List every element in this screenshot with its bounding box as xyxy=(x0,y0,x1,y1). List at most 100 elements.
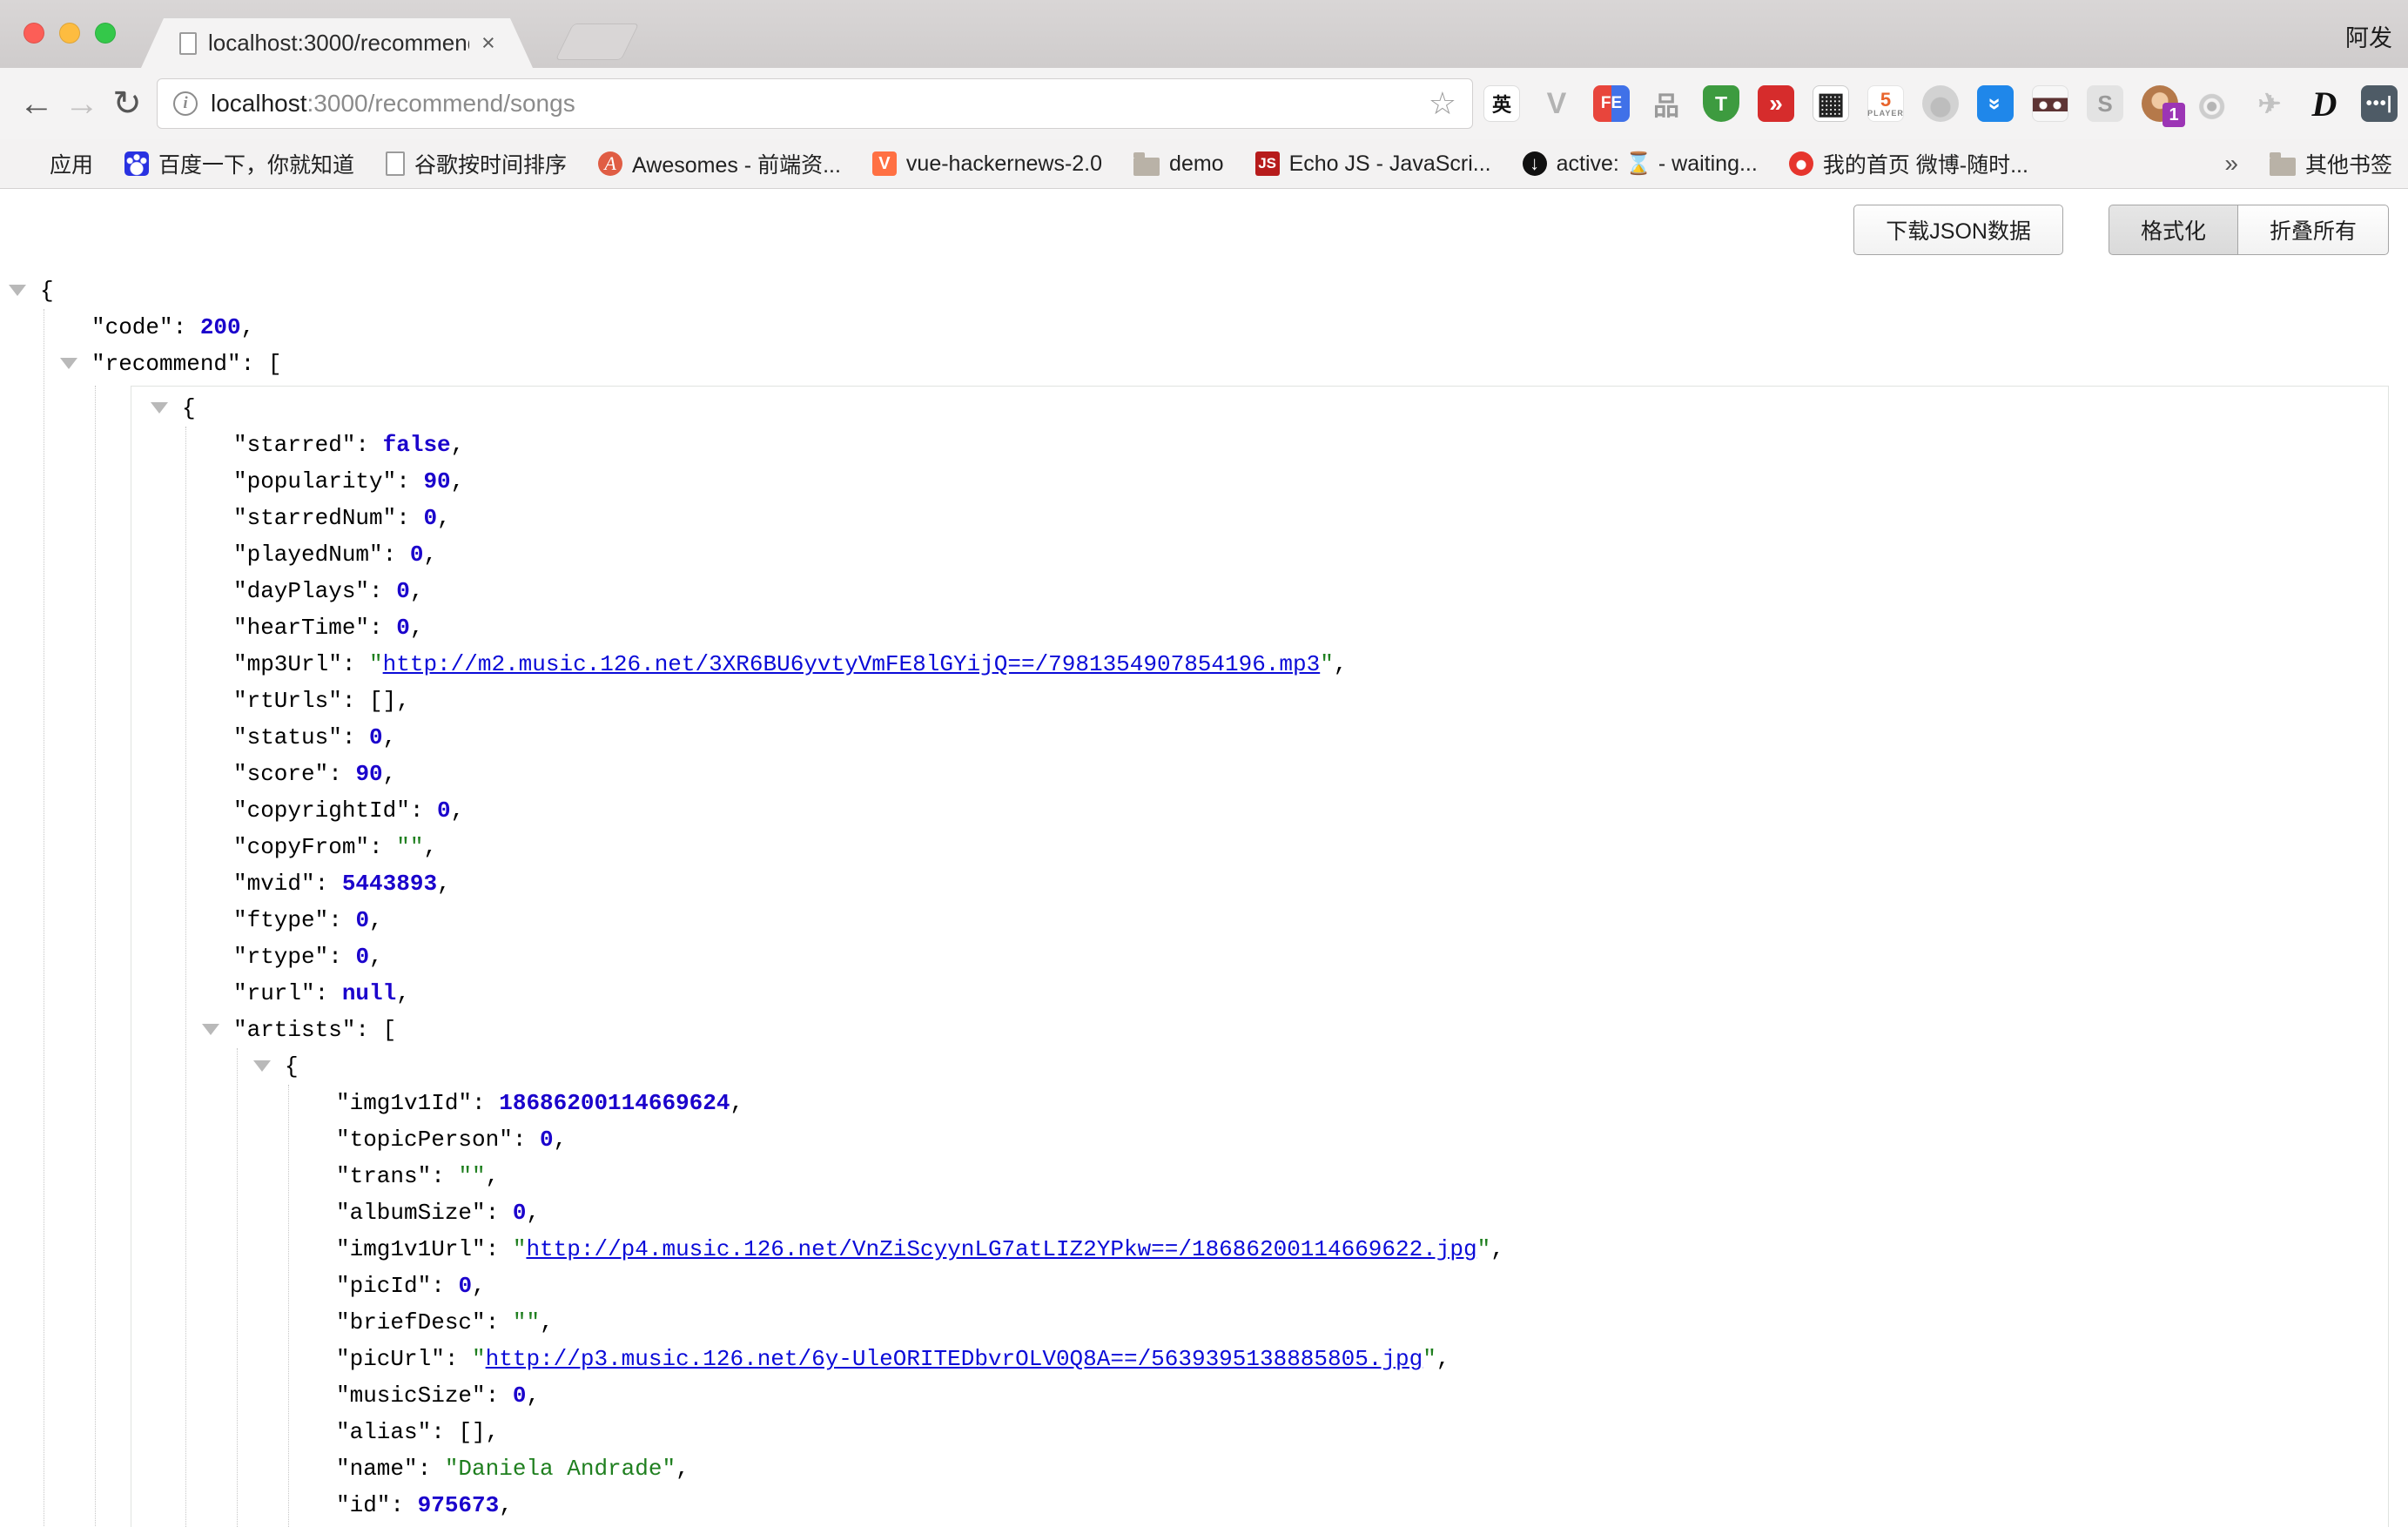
bookmark-item[interactable]: 应用 xyxy=(16,148,93,179)
json-bracket: { xyxy=(40,278,54,304)
page-content: 下载JSON数据 格式化 折叠所有 { "code": 200, "recommen… xyxy=(0,189,2408,1527)
json-key: "rtUrls": xyxy=(233,688,369,714)
bookmark-star-icon[interactable]: ☆ xyxy=(1429,88,1456,119)
json-comma: , xyxy=(676,1456,689,1482)
json-value-number: 0 xyxy=(513,1382,527,1409)
json-value-number: 0 xyxy=(396,578,410,604)
json-value-null: null xyxy=(342,980,396,1006)
json-key: "copyFrom": xyxy=(233,834,396,860)
bookmark-item[interactable]: JSEcho JS - JavaScri... xyxy=(1255,151,1491,177)
json-value-string: "" xyxy=(458,1163,485,1189)
back-button[interactable]: ← xyxy=(14,86,59,121)
fatkun-download-icon[interactable]: » xyxy=(1977,85,2014,122)
json-quote: " xyxy=(369,651,383,677)
other-bookmarks-label: 其他书签 xyxy=(2305,148,2392,179)
download-json-button[interactable]: 下载JSON数据 xyxy=(1853,205,2063,255)
bookmark-label: 百度一下，你就知道 xyxy=(158,148,354,179)
json-key: "hearTime": xyxy=(233,615,396,641)
site-info-icon[interactable]: i xyxy=(173,91,198,116)
json-children-group: "starred": false,"popularity": 90,"starr… xyxy=(185,427,2388,1527)
collapse-arrow-icon[interactable] xyxy=(9,285,26,296)
json-link[interactable]: http://p4.music.126.net/VnZiScyynLG7atLI… xyxy=(526,1236,1476,1262)
collapse-arrow-icon[interactable] xyxy=(151,402,168,414)
json-key: "copyrightId": xyxy=(233,797,437,824)
weibo-icon xyxy=(1789,151,1813,176)
json-row: "code": 200, xyxy=(91,309,2408,346)
json-key: "recommend": xyxy=(91,351,268,377)
bookmark-item[interactable]: ↓active: ⌛ - waiting... xyxy=(1523,151,1758,177)
s-icon[interactable]: S xyxy=(2087,85,2123,122)
json-quote: " xyxy=(472,1346,486,1372)
paw-icon[interactable] xyxy=(1922,85,1959,122)
json-viewer-actions: 下载JSON数据 格式化 折叠所有 xyxy=(0,189,2408,259)
json-comma: , xyxy=(730,1090,743,1116)
bookmark-item[interactable]: 百度一下，你就知道 xyxy=(124,148,354,179)
other-bookmarks-button[interactable]: 其他书签 xyxy=(2270,148,2392,179)
html5-player-icon[interactable]: 5PLAYER xyxy=(1867,85,1904,122)
json-comma: , xyxy=(486,1163,500,1189)
json-value-punct: [] xyxy=(369,688,396,714)
password-manager-icon[interactable]: •••| xyxy=(2361,85,2398,122)
json-link[interactable]: http://m2.music.126.net/3XR6BU6yvtyVmFE8… xyxy=(383,651,1321,677)
bird-icon[interactable]: ✈ xyxy=(2251,85,2288,122)
collapse-arrow-icon[interactable] xyxy=(60,358,77,369)
fullscreen-window-button[interactable] xyxy=(95,23,116,44)
json-comma: , xyxy=(369,907,383,933)
video-downloader-icon[interactable]: » xyxy=(1758,85,1794,122)
tab-close-icon[interactable]: × xyxy=(481,31,495,55)
page-icon xyxy=(386,151,405,176)
json-quote: " xyxy=(1423,1346,1436,1372)
d-icon[interactable]: D xyxy=(2306,85,2343,122)
json-comma: , xyxy=(486,1419,500,1445)
browser-tab[interactable]: localhost:3000/recommend/so × xyxy=(141,18,533,68)
format-button[interactable]: 格式化 xyxy=(2109,205,2237,255)
address-bar[interactable]: i localhost :3000/recommend/songs ☆ xyxy=(157,78,1473,129)
tampermonkey-icon[interactable]: T xyxy=(1703,85,1739,122)
json-comma: , xyxy=(526,1200,540,1226)
proxy-mask-icon[interactable] xyxy=(2032,85,2068,122)
json-value-number: 0 xyxy=(355,907,369,933)
bookmark-item[interactable]: 谷歌按时间排序 xyxy=(386,148,567,179)
collapse-arrow-icon[interactable] xyxy=(253,1060,271,1072)
reload-button[interactable]: ↻ xyxy=(104,86,150,121)
json-comma: , xyxy=(451,797,465,824)
new-tab-button[interactable] xyxy=(555,24,639,60)
collapse-arrow-icon[interactable] xyxy=(202,1024,219,1035)
json-quote: " xyxy=(1320,651,1334,677)
profile-name[interactable]: 阿发 xyxy=(2345,19,2392,53)
bookmarks-overflow-chevron[interactable]: » xyxy=(2224,150,2238,178)
awesomes-icon: A xyxy=(598,151,622,176)
bookmark-item[interactable]: 我的首页 微博-随时... xyxy=(1789,148,2028,179)
sitemap-icon[interactable]: 品 xyxy=(1648,85,1685,122)
json-value-number: 0 xyxy=(423,505,437,531)
bookmark-item[interactable]: demo xyxy=(1133,151,1224,177)
json-link[interactable]: http://p3.music.126.net/6y-UleORITEDbvrO… xyxy=(486,1346,1423,1372)
json-comma: , xyxy=(241,314,255,340)
json-key: "score": xyxy=(233,761,355,787)
collapse-all-button[interactable]: 折叠所有 xyxy=(2237,205,2389,255)
json-quote: " xyxy=(513,1236,527,1262)
json-key: "starred": xyxy=(233,432,383,458)
bookmark-label: vue-hackernews-2.0 xyxy=(906,151,1102,177)
fe-icon[interactable]: FE xyxy=(1593,85,1630,122)
json-row: "starredNum": 0, xyxy=(233,500,2388,536)
vue-icon[interactable]: V xyxy=(1538,85,1575,122)
json-row: { xyxy=(40,272,2408,309)
close-window-button[interactable] xyxy=(24,23,44,44)
json-key: "artists": xyxy=(233,1017,383,1043)
json-bracket: [ xyxy=(268,351,282,377)
monkey-icon[interactable]: 1 xyxy=(2142,85,2178,122)
json-comma: , xyxy=(1490,1236,1504,1262)
json-key: "code": xyxy=(91,314,200,340)
bookmark-item[interactable]: AAwesomes - 前端资... xyxy=(598,148,841,179)
url-path: :3000/recommend/songs xyxy=(307,90,1429,118)
translate-icon[interactable]: 英 xyxy=(1483,85,1520,122)
minimize-window-button[interactable] xyxy=(59,23,80,44)
json-comma: , xyxy=(554,1127,568,1153)
json-key: "mp3Url": xyxy=(233,651,369,677)
json-row: "copyrightId": 0, xyxy=(233,792,2388,829)
weibo-gray-icon[interactable] xyxy=(2196,85,2233,122)
bookmark-item[interactable]: Vvue-hackernews-2.0 xyxy=(872,151,1102,177)
json-key: "rurl": xyxy=(233,980,342,1006)
qrcode-icon[interactable]: ▦ xyxy=(1813,85,1849,122)
